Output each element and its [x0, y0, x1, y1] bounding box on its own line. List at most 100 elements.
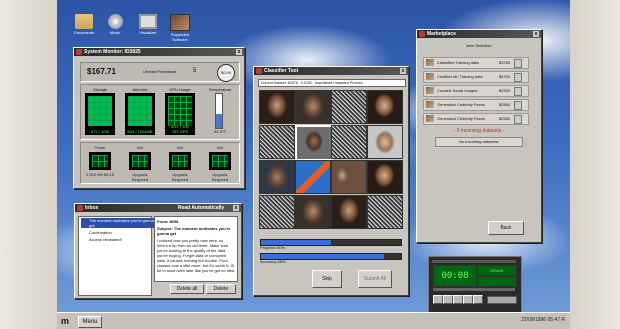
image-tile[interactable]: [259, 195, 295, 229]
image-tile[interactable]: [295, 90, 331, 124]
thumbnail: [426, 101, 434, 108]
skip-button[interactable]: Skip: [312, 270, 342, 288]
image-tile[interactable]: [331, 195, 367, 229]
back-button[interactable]: Back: [488, 221, 524, 235]
play-icon[interactable]: [443, 295, 453, 304]
temperature-value: 54.9°F: [214, 129, 226, 134]
clock: 22/09/1996 05:47 R: [521, 317, 565, 323]
market-item[interactable]: Curated Social Images $2920: [423, 85, 529, 97]
thumbnail: [426, 87, 434, 94]
balance-value: $167.71: [87, 67, 116, 76]
app-icon: [256, 68, 262, 74]
upgrade-slot[interactable]: N/A Upgrade Required: [165, 144, 195, 182]
memory-gauge: 643 / 1024MB: [125, 93, 155, 135]
image-tile[interactable]: [367, 90, 403, 124]
taskbar: m Menu 22/09/1996 05:47 R: [57, 312, 570, 329]
upgrade-panel: Power 1,000 kW $0.18 N/A Upgrade Require…: [80, 142, 240, 184]
message-list: The moment motivates you're gonna get Co…: [78, 216, 157, 296]
app-icon: [419, 31, 425, 37]
image-grid: [258, 89, 403, 233]
player-titlebar[interactable]: [432, 260, 516, 263]
desktop-icon-documents[interactable]: Documents: [67, 14, 101, 35]
close-icon[interactable]: x: [236, 49, 242, 55]
marketplace-window: Marketplace x Item Selection Classified …: [416, 29, 542, 243]
image-tile[interactable]: [367, 160, 403, 194]
image-tile[interactable]: [259, 125, 295, 159]
monitor-icon: [139, 14, 157, 29]
next-icon[interactable]: [473, 295, 483, 304]
app-icon: [76, 49, 82, 55]
dataset-select[interactable]: Current Dataset: B1876 - 0.2230 - Unpoli…: [258, 79, 406, 87]
cpu-gauge: 50/1 / 100 GFLOPS: [165, 93, 195, 135]
message-body: I noticed now you pretty new here, so he…: [157, 238, 235, 273]
buy-button[interactable]: [514, 59, 522, 68]
thumbnail: [426, 115, 434, 122]
seek-bar[interactable]: [433, 288, 515, 291]
image-tile[interactable]: [295, 160, 331, 194]
image-tile[interactable]: [367, 125, 403, 159]
player-time: 00:08: [433, 265, 477, 287]
message-item-selected[interactable]: The moment motivates you're gonna get: [81, 218, 157, 228]
buy-button[interactable]: [514, 101, 522, 110]
screen: Documents Music Visualizer Expanded Soft…: [0, 0, 620, 329]
image-tile[interactable]: [331, 90, 367, 124]
image-tile[interactable]: [295, 195, 331, 229]
message-from: From: 8658: [157, 219, 179, 224]
upgrade-slot[interactable]: N/A Upgrade Required: [205, 144, 235, 182]
market-item[interactable]: Certified ML Training data $4700: [423, 71, 529, 83]
menu-button[interactable]: Menu: [78, 316, 102, 328]
item-selection-header: Item Selection: [466, 43, 492, 48]
image-tile-selected[interactable]: [295, 125, 333, 161]
volume-slider[interactable]: [487, 296, 517, 304]
buy-button[interactable]: [514, 73, 522, 82]
read-automatically-toggle[interactable]: Read Automatically: [178, 204, 224, 212]
resource-panel: Storage Memory CPU Usage Temperature 672…: [80, 84, 240, 140]
media-player: 00:08 GRAVE: [428, 256, 522, 314]
pause-icon[interactable]: [453, 295, 463, 304]
submit-all-button[interactable]: Submit All: [358, 270, 392, 288]
delete-button[interactable]: Delete: [206, 284, 236, 294]
buy-button[interactable]: [514, 87, 522, 96]
desktop-icon-expanded-software[interactable]: Expanded Software: [163, 14, 197, 42]
thumbnail: [426, 73, 434, 80]
message-preview: From: 8658 Subject: The moment motivates…: [154, 216, 238, 282]
image-tile[interactable]: [331, 125, 367, 159]
market-item[interactable]: Classified Training data $3760: [423, 57, 529, 69]
message-subject: Subject: The moment motivates you're gon…: [157, 226, 231, 236]
delete-all-button[interactable]: Delete all: [170, 284, 204, 294]
image-tile[interactable]: [331, 160, 367, 194]
close-icon[interactable]: x: [533, 31, 539, 37]
previous-icon[interactable]: [433, 295, 443, 304]
market-item[interactable]: Generated Celebrity Faces $2560: [423, 99, 529, 111]
classifier-titlebar[interactable]: Classifier Tool x: [254, 67, 408, 75]
thumbnail: [426, 59, 434, 66]
message-item[interactable]: Access reinstated!: [81, 237, 157, 243]
marketplace-titlebar[interactable]: Marketplace x: [417, 30, 541, 38]
disc-icon: [107, 14, 123, 29]
monitor-bezel-right: [570, 0, 620, 329]
player-controls: [433, 295, 483, 304]
system-monitor-window: System Monitor: ID3825 x $167.71 Unread …: [73, 47, 245, 189]
classifier-window: Classifier Tool x Current Dataset: B1876…: [253, 66, 409, 296]
image-tile[interactable]: [367, 195, 403, 229]
start-logo[interactable]: m: [61, 316, 75, 327]
stop-icon[interactable]: [463, 295, 473, 304]
image-tile[interactable]: [259, 90, 295, 124]
buy-button[interactable]: [514, 115, 522, 124]
desktop-icon-visualizer[interactable]: Visualizer: [131, 14, 165, 35]
monitor-bezel-left: [0, 0, 57, 329]
player-visualizer: [477, 276, 517, 287]
desktop-icon-music[interactable]: Music: [98, 14, 132, 35]
upgrade-slot[interactable]: N/A Upgrade Required: [125, 144, 155, 182]
close-icon[interactable]: x: [233, 205, 239, 211]
mail-icon: [77, 205, 83, 211]
progress-label: Progress 50%: [260, 245, 286, 250]
market-item[interactable]: Generated Celebrity Faces $2560: [423, 113, 529, 125]
message-item[interactable]: Confirmation: [81, 230, 157, 236]
storage-gauge: 672 / 1GB: [85, 93, 115, 135]
inbox-titlebar[interactable]: Inbox Read Automatically x: [75, 204, 241, 212]
inbox-window: Inbox Read Automatically x The moment mo…: [74, 203, 242, 299]
image-tile[interactable]: [259, 160, 295, 194]
system-monitor-titlebar[interactable]: System Monitor: ID3825 x: [74, 48, 244, 56]
close-icon[interactable]: x: [400, 68, 406, 74]
